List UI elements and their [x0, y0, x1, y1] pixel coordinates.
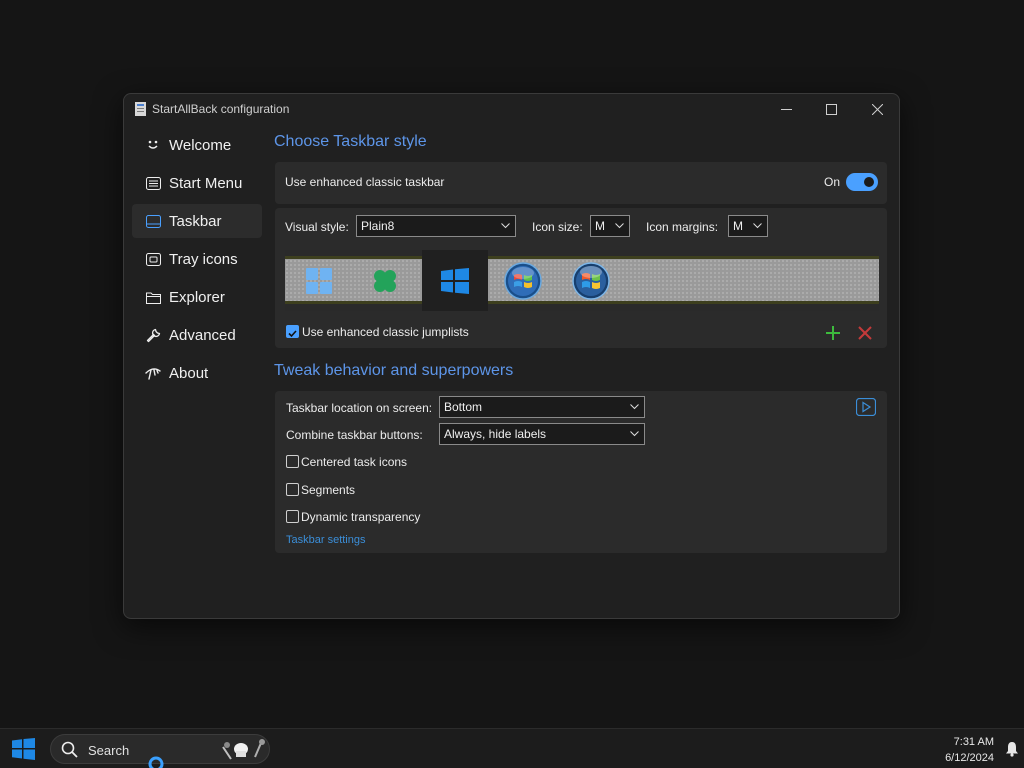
clock-time: 7:31 AM — [953, 736, 994, 748]
sidebar-item-start-menu[interactable]: Start Menu — [132, 166, 262, 200]
remove-icon[interactable] — [858, 326, 872, 340]
icon-margins-label: Icon margins: — [646, 220, 719, 234]
config-window: StartAllBack configuration Welcome Start… — [123, 93, 900, 619]
minimize-button[interactable] — [763, 94, 809, 124]
visual-style-value: Plain8 — [361, 219, 395, 233]
sidebar-item-label: Advanced — [169, 326, 236, 344]
icon-size-select[interactable]: M — [590, 215, 630, 237]
enhanced-taskbar-label: Use enhanced classic taskbar — [285, 175, 445, 189]
chevron-down-icon — [501, 223, 510, 229]
window-title: StartAllBack configuration — [152, 102, 290, 116]
start-button[interactable] — [12, 738, 35, 765]
os-taskbar: Search 7:31 AM 6/12/2024 — [0, 728, 1024, 768]
search-highlight-icon — [222, 739, 265, 760]
windows-logo-icon — [12, 738, 35, 760]
enhanced-taskbar-toggle[interactable] — [846, 173, 878, 191]
segments-label: Segments — [301, 483, 356, 497]
sidebar-item-label: Explorer — [169, 288, 225, 306]
sidebar-nav: Welcome Start Menu Taskbar Tray icons Ex… — [132, 128, 262, 394]
icon-size-label: Icon size: — [532, 220, 583, 234]
taskbar-icon — [144, 212, 162, 230]
chevron-down-icon — [615, 223, 624, 229]
sidebar-item-label: Start Menu — [169, 174, 243, 192]
title-bar[interactable]: StartAllBack configuration — [124, 94, 899, 124]
sidebar-item-welcome[interactable]: Welcome — [132, 128, 262, 162]
centered-icons-label: Centered task icons — [301, 455, 408, 469]
taskbar-location-select[interactable]: Bottom — [439, 396, 645, 418]
sidebar-item-advanced[interactable]: Advanced — [132, 318, 262, 352]
clover-icon — [374, 269, 396, 292]
minimize-icon — [780, 108, 792, 110]
windows-vista-style[interactable] — [558, 250, 624, 311]
sidebar-item-label: About — [169, 364, 209, 382]
windows-10-style[interactable] — [422, 250, 488, 311]
windows-8-style[interactable] — [352, 250, 418, 311]
taskbar-settings-link[interactable]: Taskbar settings — [286, 534, 365, 546]
icon-margins-select[interactable]: M — [728, 215, 768, 237]
combine-buttons-value: Always, hide labels — [444, 427, 547, 441]
sidebar-item-explorer[interactable]: Explorer — [132, 280, 262, 314]
combine-buttons-label: Combine taskbar buttons: — [286, 428, 423, 442]
jumplists-label: Use enhanced classic jumplists — [302, 325, 469, 339]
notification-bell-icon[interactable] — [1005, 741, 1019, 757]
dynamic-transparency-checkbox[interactable] — [286, 510, 299, 523]
chevron-down-icon — [630, 431, 639, 437]
win10-logo-icon — [441, 267, 469, 294]
sidebar-item-about[interactable]: About — [132, 356, 262, 390]
maximize-icon — [825, 103, 837, 115]
sidebar-item-label: Tray icons — [169, 250, 238, 268]
tray-icon — [144, 250, 162, 268]
chevron-down-icon — [753, 223, 762, 229]
taskbar-style-heading: Choose Taskbar style — [274, 133, 427, 150]
visual-style-label: Visual style: — [285, 220, 349, 234]
win7-orb-icon — [504, 261, 542, 300]
app-icon — [135, 102, 146, 116]
close-icon — [871, 103, 883, 115]
taskbar-location-value: Bottom — [444, 400, 483, 414]
vista-orb-icon — [572, 261, 610, 300]
sidebar-item-label: Welcome — [169, 136, 232, 154]
about-icon — [144, 364, 162, 382]
segments-checkbox[interactable] — [286, 483, 299, 496]
search-icon — [61, 741, 78, 758]
taskbar-style-picker — [285, 250, 879, 311]
maximize-button[interactable] — [808, 94, 854, 124]
jumplists-checkbox[interactable] — [286, 325, 299, 338]
search-placeholder: Search — [88, 743, 130, 758]
cursor-icon — [148, 756, 164, 768]
toggle-state-label: On — [824, 175, 841, 189]
clock-date: 6/12/2024 — [945, 752, 994, 764]
visual-style-select[interactable]: Plain8 — [356, 215, 516, 237]
add-icon[interactable] — [826, 326, 840, 340]
system-clock[interactable]: 7:31 AM 6/12/2024 — [945, 734, 994, 766]
sidebar-item-label: Taskbar — [169, 212, 222, 230]
windows-7-style[interactable] — [490, 250, 556, 311]
windows-11-style[interactable] — [286, 250, 352, 311]
icon-margins-value: M — [733, 219, 743, 233]
sidebar-item-taskbar[interactable]: Taskbar — [132, 204, 262, 238]
chevron-down-icon — [630, 404, 639, 410]
icon-size-value: M — [595, 219, 605, 233]
video-play-icon[interactable] — [856, 398, 876, 416]
enhanced-taskbar-panel: Use enhanced classic taskbar On — [275, 162, 887, 204]
behavior-panel: Taskbar location on screen: Bottom Combi… — [275, 391, 887, 553]
sidebar-item-tray-icons[interactable]: Tray icons — [132, 242, 262, 276]
dynamic-transparency-label: Dynamic transparency — [301, 510, 421, 524]
smile-icon — [144, 136, 162, 154]
close-button[interactable] — [854, 94, 899, 124]
start-menu-icon — [144, 174, 162, 192]
wrench-icon — [144, 326, 162, 344]
taskbar-location-label: Taskbar location on screen: — [286, 401, 433, 415]
behavior-heading: Tweak behavior and superpowers — [274, 362, 514, 379]
win11-logo-icon — [306, 267, 332, 294]
folder-icon — [144, 288, 162, 306]
centered-icons-checkbox[interactable] — [286, 455, 299, 468]
checkmark-icon — [288, 330, 297, 338]
combine-buttons-select[interactable]: Always, hide labels — [439, 423, 645, 445]
